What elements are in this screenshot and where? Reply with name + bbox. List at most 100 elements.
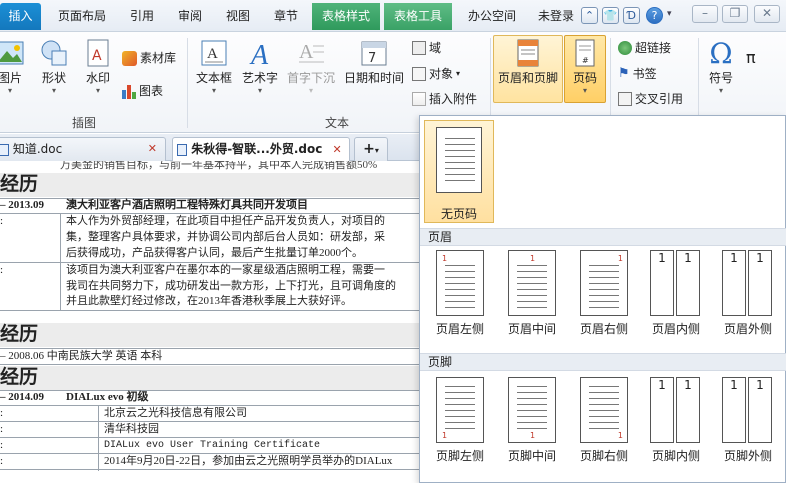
section-heading: 经历 xyxy=(0,366,420,390)
doc-text: 清华科技园 xyxy=(104,423,159,435)
formula-button[interactable]: π xyxy=(746,48,756,68)
doc-text: 后获得成功，产品获得客户认同，最后产生批量订单2000个。 xyxy=(66,247,363,259)
menu-tab-office-space[interactable]: 办公空间 xyxy=(458,3,526,30)
menu-tab-insert[interactable]: 插入 xyxy=(0,3,41,30)
bookmark-button[interactable]: ⚑ 书签 xyxy=(618,64,657,84)
wordart-icon: A xyxy=(240,36,280,70)
wordart-button[interactable]: A 艺术字 ▾ xyxy=(240,36,280,106)
doc-text: 并且此款壁灯经过修改，在2013年香港秋季展上大获好评。 xyxy=(66,295,352,307)
new-tab-button[interactable]: +▾ xyxy=(354,137,388,161)
menu-tab-page-layout[interactable]: 页面布局 xyxy=(48,3,116,30)
option-label: 页脚内侧 xyxy=(651,449,700,463)
document-area[interactable]: 万美金的销售目标，与前一年基本持平，其中本人完成销售额50% + 经历 – 20… xyxy=(0,161,420,483)
option-label: 页脚中间 xyxy=(507,449,556,463)
object-icon xyxy=(412,67,426,81)
skin-icon[interactable]: Ɗ xyxy=(623,7,640,24)
menu-tab-section[interactable]: 章节 xyxy=(264,3,308,30)
close-button[interactable]: ✕ xyxy=(754,5,780,23)
header-footer-icon xyxy=(494,36,562,70)
hyperlink-button[interactable]: 超链接 xyxy=(618,38,671,58)
collapse-ribbon-icon[interactable]: ⌃ xyxy=(581,7,598,24)
menu-tab-references[interactable]: 引用 xyxy=(120,3,164,30)
object-button[interactable]: 对象 ▾ xyxy=(412,64,460,84)
menu-tab-view[interactable]: 视图 xyxy=(216,3,260,30)
insert-attachment-button[interactable]: 插入附件 xyxy=(412,89,477,109)
section-header-label: 页眉 xyxy=(420,228,786,246)
textbox-button[interactable]: A 文本框 ▾ xyxy=(192,36,236,106)
header-right-option[interactable]: 1 页眉右侧 xyxy=(572,250,636,337)
menu-tab-review[interactable]: 审阅 xyxy=(168,3,212,30)
section-heading: 经历 xyxy=(0,323,420,347)
svg-text:A: A xyxy=(92,48,102,64)
section-heading: 经历 xyxy=(0,173,420,197)
option-label: 页眉左侧 xyxy=(435,322,484,336)
footer-outside-option[interactable]: 1 1 页脚外侧 xyxy=(716,377,780,464)
doc-text: 2014年9月20日-22日，参加由云之光照明学员举办的DIALux xyxy=(104,455,393,467)
help-icon[interactable]: ? xyxy=(646,7,663,24)
watermark-icon: A xyxy=(78,36,118,70)
cross-reference-button[interactable]: 交叉引用 xyxy=(618,89,683,109)
field-button[interactable]: 域 xyxy=(412,38,441,58)
doc-tab-1[interactable]: 知道.doc ✕ xyxy=(0,137,166,161)
picture-button[interactable]: 图片 ▾ xyxy=(0,36,26,106)
group-label-text: 文本 xyxy=(325,116,350,130)
close-icon[interactable]: ✕ xyxy=(333,143,342,156)
doc-tab-2[interactable]: 朱秋得-智联...外贸.doc ✕ xyxy=(172,137,350,161)
footer-center-option[interactable]: 1 页脚中间 xyxy=(500,377,564,464)
section-footer-label: 页脚 xyxy=(420,353,786,371)
doc-label: : xyxy=(0,439,4,451)
drop-cap-button[interactable]: A 首字下沉 ▾ xyxy=(284,36,338,106)
header-center-option[interactable]: 1 页眉中间 xyxy=(500,250,564,337)
shape-button[interactable]: 形状 ▾ xyxy=(34,36,74,106)
page-thumbnail: 1 1 xyxy=(722,250,774,316)
restore-button[interactable]: ❐ xyxy=(722,5,748,23)
doc-education: – 2008.06 中南民族大学 英语 本科 xyxy=(0,350,163,362)
hyperlink-icon xyxy=(618,41,632,55)
paperclip-icon xyxy=(412,92,426,106)
header-left-option[interactable]: 1 页眉左侧 xyxy=(428,250,492,337)
page-number-dropdown: 无页码 页眉 1 页眉左侧 1 页眉中间 1 页眉右侧 1 1 页眉内侧 1 1… xyxy=(419,115,786,483)
watermark-button[interactable]: A 水印 ▾ xyxy=(78,36,118,106)
menu-tab-table-style[interactable]: 表格样式 xyxy=(312,3,380,30)
picture-icon xyxy=(0,36,26,70)
doc-file-icon xyxy=(0,143,9,156)
header-footer-button[interactable]: 页眉和页脚 xyxy=(494,36,562,106)
header-inside-option[interactable]: 1 1 页眉内侧 xyxy=(644,250,708,337)
page-thumbnail: 1 xyxy=(436,377,484,443)
chart-button[interactable]: 图表 xyxy=(122,81,163,101)
symbol-button[interactable]: Ω 符号 ▾ xyxy=(702,36,740,106)
page-thumbnail: 1 1 xyxy=(650,377,702,443)
doc-text: 北京云之光科技信息有限公司 xyxy=(104,407,247,419)
cross-reference-icon xyxy=(618,92,632,106)
doc-date: – 2013.09 xyxy=(0,199,44,211)
pi-icon: π xyxy=(746,48,756,67)
doc-label: : xyxy=(0,264,4,276)
header-outside-option[interactable]: 1 1 页眉外侧 xyxy=(716,250,780,337)
page-thumbnail: 1 xyxy=(580,250,628,316)
omega-icon: Ω xyxy=(709,36,733,70)
field-icon xyxy=(412,41,426,55)
doc-date: – 2014.09 xyxy=(0,391,44,403)
footer-left-option[interactable]: 1 页脚左侧 xyxy=(428,377,492,464)
tshirt-icon[interactable]: 👕 xyxy=(602,7,619,24)
no-page-number-option[interactable]: 无页码 xyxy=(424,120,494,223)
doc-label: : xyxy=(0,455,4,467)
login-link[interactable]: 未登录 xyxy=(532,3,580,30)
close-icon[interactable]: ✕ xyxy=(148,138,157,160)
option-label: 页脚右侧 xyxy=(579,449,628,463)
page-thumbnail: 1 xyxy=(436,250,484,316)
page-thumbnail: 1 xyxy=(580,377,628,443)
page-number-button[interactable]: # 页码 ▾ xyxy=(564,36,606,106)
help-dropdown-icon[interactable]: ▾ xyxy=(667,9,672,19)
footer-right-option[interactable]: 1 页脚右侧 xyxy=(572,377,636,464)
doc-label: : xyxy=(0,407,4,419)
svg-text:A: A xyxy=(299,41,314,63)
date-time-button[interactable]: 7 日期和时间 xyxy=(342,36,406,106)
material-icon xyxy=(122,50,137,66)
material-library-button[interactable]: 素材库 xyxy=(122,48,176,68)
footer-inside-option[interactable]: 1 1 页脚内侧 xyxy=(644,377,708,464)
minimize-button[interactable]: – xyxy=(692,5,718,23)
svg-text:#: # xyxy=(582,56,589,65)
menu-tab-table-tools[interactable]: 表格工具 xyxy=(384,3,452,30)
page-thumbnail: 1 xyxy=(508,250,556,316)
